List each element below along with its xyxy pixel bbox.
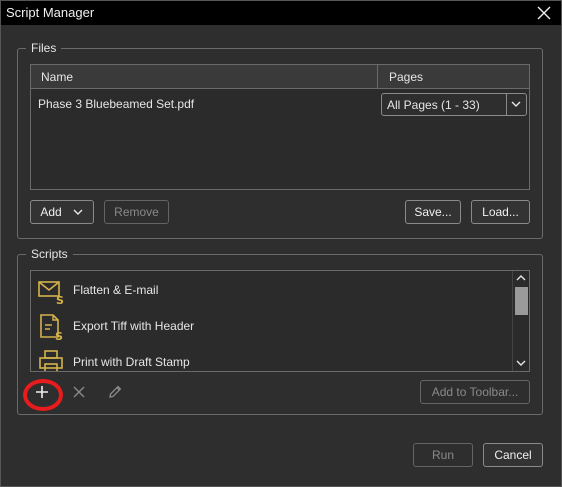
pencil-icon[interactable] — [104, 381, 126, 403]
remove-file-label: Remove — [114, 205, 159, 219]
select-divider — [506, 94, 507, 115]
list-item[interactable]: S Flatten & E-mail — [31, 273, 511, 309]
add-to-toolbar-label: Add to Toolbar... — [431, 385, 519, 399]
title-bar: Script Manager — [1, 1, 561, 25]
file-name-cell[interactable]: Phase 3 Bluebeamed Set.pdf — [38, 97, 194, 111]
pages-select[interactable]: All Pages (1 - 33) — [381, 93, 527, 116]
close-icon[interactable] — [531, 1, 557, 25]
delete-x-icon[interactable] — [68, 381, 90, 403]
list-item[interactable]: S Export Tiff with Header — [31, 309, 511, 345]
scroll-down-icon[interactable] — [515, 357, 527, 371]
script-label: Flatten & E-mail — [73, 283, 159, 297]
files-legend: Files — [31, 41, 57, 55]
add-file-label: Add — [40, 205, 62, 219]
save-label: Save... — [414, 205, 452, 219]
scrollbar[interactable] — [512, 271, 529, 371]
svg-text:S: S — [56, 294, 64, 305]
chevron-down-icon — [73, 209, 83, 215]
script-label: Export Tiff with Header — [73, 319, 195, 333]
remove-file-button[interactable]: Remove — [104, 200, 169, 224]
printer-script-icon — [37, 349, 65, 371]
save-button[interactable]: Save... — [405, 200, 461, 224]
run-label: Run — [431, 448, 454, 462]
highlight-annotation — [23, 379, 63, 411]
files-table-header: Name Pages — [31, 65, 529, 89]
list-item[interactable]: Print with Draft Stamp — [31, 345, 511, 371]
add-to-toolbar-button[interactable]: Add to Toolbar... — [420, 380, 530, 404]
script-label: Print with Draft Stamp — [73, 355, 190, 369]
cancel-button[interactable]: Cancel — [483, 443, 543, 467]
files-table: Name Pages Phase 3 Bluebeamed Set.pdf Al… — [30, 64, 530, 190]
load-button[interactable]: Load... — [471, 200, 530, 224]
scroll-up-icon[interactable] — [515, 272, 527, 287]
window-title: Script Manager — [6, 5, 95, 20]
scripts-list[interactable]: S Flatten & E-mail S Export Tiff with He… — [30, 270, 530, 372]
add-file-button[interactable]: Add — [30, 200, 94, 224]
document-script-icon: S — [37, 313, 65, 343]
run-button[interactable]: Run — [413, 443, 473, 467]
scrollbar-thumb[interactable] — [515, 287, 528, 315]
pages-select-value: All Pages (1 - 33) — [387, 98, 480, 112]
chevron-down-icon[interactable] — [509, 97, 523, 114]
svg-text:S: S — [55, 330, 63, 341]
scripts-legend: Scripts — [31, 247, 68, 261]
load-label: Load... — [482, 205, 519, 219]
script-manager-dialog: Script Manager Files Name Pages Phase 3 … — [0, 0, 562, 487]
email-script-icon: S — [37, 277, 65, 307]
column-header-pages[interactable]: Pages — [389, 70, 423, 84]
cancel-label: Cancel — [494, 448, 532, 462]
column-divider[interactable] — [377, 65, 378, 89]
column-header-name[interactable]: Name — [41, 70, 73, 84]
